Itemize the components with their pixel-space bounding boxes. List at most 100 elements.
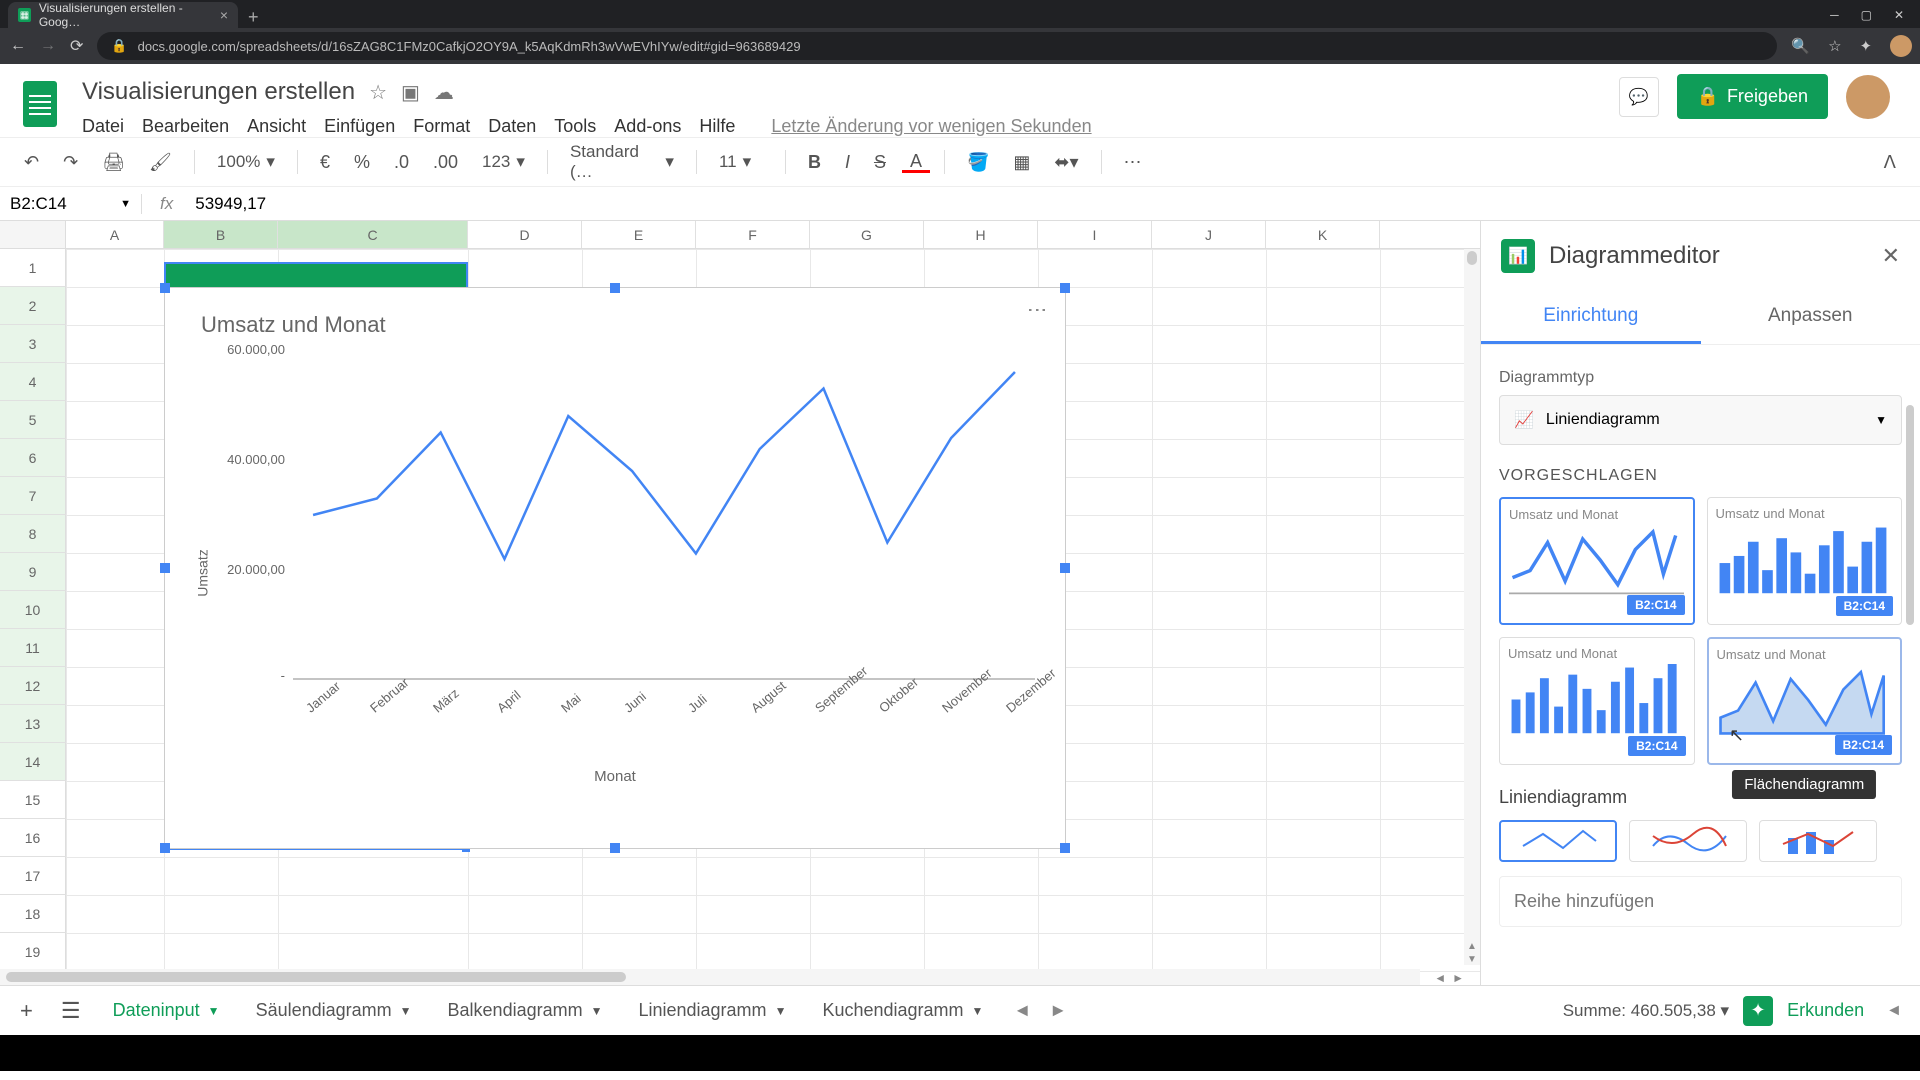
paint-format-icon[interactable]: 🖌 — [141, 152, 180, 173]
menu-daten[interactable]: Daten — [488, 116, 536, 137]
col-header-d[interactable]: D — [468, 221, 582, 248]
text-color-icon[interactable]: A — [902, 152, 930, 173]
row-header[interactable]: 1 — [0, 249, 66, 287]
scroll-right-icon[interactable]: ► — [1452, 971, 1464, 985]
explore-button[interactable]: Erkunden — [1787, 1000, 1864, 1021]
sheet-prev-icon[interactable]: ◄ — [1013, 1000, 1031, 1021]
decrease-decimal-button[interactable]: .0 — [386, 152, 417, 173]
number-format-select[interactable]: 123▾ — [474, 152, 533, 172]
suggested-thumb-column[interactable]: Umsatz und Monat B2:C14 — [1707, 497, 1903, 625]
tab-setup[interactable]: Einrichtung — [1481, 291, 1701, 344]
font-size-select[interactable]: 11 ▾ — [711, 152, 771, 172]
col-header-j[interactable]: J — [1152, 221, 1266, 248]
editor-scrollbar[interactable] — [1906, 405, 1916, 923]
maximize-icon[interactable]: ▢ — [1861, 8, 1872, 22]
zoom-indicator-icon[interactable]: 🔍 — [1791, 37, 1810, 55]
reload-icon[interactable]: ⟳ — [70, 36, 83, 56]
line-type-smooth[interactable] — [1629, 820, 1747, 862]
row-header[interactable]: 7 — [0, 477, 66, 515]
close-tab-icon[interactable]: × — [220, 7, 228, 23]
tab-customize[interactable]: Anpassen — [1701, 291, 1920, 344]
all-sheets-button[interactable]: ☰ — [51, 998, 91, 1024]
formula-value[interactable]: 53949,17 — [191, 194, 270, 214]
minimize-icon[interactable]: ─ — [1830, 8, 1839, 22]
row-header[interactable]: 6 — [0, 439, 66, 477]
font-select[interactable]: Standard (… ▾ — [562, 142, 682, 182]
row-header[interactable]: 10 — [0, 591, 66, 629]
percent-button[interactable]: % — [346, 152, 378, 173]
line-type-combo[interactable] — [1759, 820, 1877, 862]
merge-icon[interactable]: ⬌▾ — [1046, 152, 1086, 173]
increase-decimal-button[interactable]: .00 — [425, 152, 466, 173]
row-header[interactable]: 14 — [0, 743, 66, 781]
chart-object[interactable]: ⋮ Umsatz und Monat Umsatz 60.000,0040.00… — [164, 287, 1066, 849]
redo-icon[interactable]: ↷ — [55, 152, 86, 173]
menu-hilfe[interactable]: Hilfe — [699, 116, 735, 137]
menu-ansicht[interactable]: Ansicht — [247, 116, 306, 137]
menu-tools[interactable]: Tools — [554, 116, 596, 137]
row-header[interactable]: 8 — [0, 515, 66, 553]
chart-menu-icon[interactable]: ⋮ — [1025, 300, 1049, 319]
share-button[interactable]: 🔒 Freigeben — [1677, 74, 1828, 119]
last-edit-text[interactable]: Letzte Änderung vor wenigen Sekunden — [771, 116, 1091, 137]
row-header[interactable]: 19 — [0, 933, 66, 971]
move-icon[interactable]: ▣ — [401, 80, 420, 105]
col-header-e[interactable]: E — [582, 221, 696, 248]
doc-title[interactable]: Visualisierungen erstellen — [82, 78, 355, 106]
spreadsheet-grid[interactable]: A B C D E F G H I J K 123456789101112131… — [0, 221, 1480, 985]
sheet-tab-dateninput[interactable]: Dateninput▼ — [99, 990, 234, 1031]
row-header[interactable]: 15 — [0, 781, 66, 819]
extension-icon[interactable]: ✦ — [1860, 37, 1873, 55]
menu-bearbeiten[interactable]: Bearbeiten — [142, 116, 229, 137]
borders-icon[interactable]: ▦ — [1005, 152, 1038, 173]
close-window-icon[interactable]: ✕ — [1894, 8, 1904, 22]
chevron-down-icon[interactable]: ▼ — [400, 1004, 412, 1018]
add-series-button[interactable]: Reihe hinzufügen — [1499, 876, 1902, 927]
col-header-b[interactable]: B — [164, 221, 278, 248]
forward-icon[interactable]: → — [40, 37, 56, 55]
col-header-c[interactable]: C — [278, 221, 468, 248]
collapse-sidebar-icon[interactable]: ◄ — [1878, 1002, 1910, 1020]
more-icon[interactable]: ⋯ — [1116, 152, 1150, 173]
row-header[interactable]: 3 — [0, 325, 66, 363]
chevron-down-icon[interactable]: ▼ — [972, 1004, 984, 1018]
col-header-f[interactable]: F — [696, 221, 810, 248]
sheet-next-icon[interactable]: ► — [1049, 1000, 1067, 1021]
col-header-k[interactable]: K — [1266, 221, 1380, 248]
row-header[interactable]: 11 — [0, 629, 66, 667]
vertical-scrollbar[interactable]: ▲▼ — [1464, 249, 1480, 965]
back-icon[interactable]: ← — [10, 37, 26, 55]
browser-tab[interactable]: ▦ Visualisierungen erstellen - Goog… × — [8, 2, 238, 28]
sum-display[interactable]: Summe: 460.505,38 ▾ — [1563, 1001, 1729, 1021]
bookmark-icon[interactable]: ☆ — [1828, 37, 1841, 55]
menu-addons[interactable]: Add-ons — [614, 116, 681, 137]
chevron-down-icon[interactable]: ▼ — [775, 1004, 787, 1018]
row-header[interactable]: 2 — [0, 287, 66, 325]
bold-icon[interactable]: B — [800, 152, 829, 173]
menu-format[interactable]: Format — [413, 116, 470, 137]
col-header-g[interactable]: G — [810, 221, 924, 248]
star-icon[interactable]: ☆ — [369, 80, 387, 105]
currency-button[interactable]: € — [312, 152, 338, 173]
profile-avatar-icon[interactable] — [1890, 35, 1912, 57]
zoom-select[interactable]: 100% ▾ — [209, 152, 283, 172]
italic-icon[interactable]: I — [837, 152, 858, 173]
print-icon[interactable]: 🖨 — [94, 152, 133, 173]
suggested-thumb-area[interactable]: Umsatz und Monat B2:C14 Flächendiagramm — [1707, 637, 1903, 765]
user-avatar[interactable] — [1846, 75, 1890, 119]
add-sheet-button[interactable]: + — [10, 998, 43, 1024]
name-box[interactable]: B2:C14 ▼ — [0, 194, 142, 214]
line-type-simple[interactable] — [1499, 820, 1617, 862]
chart-type-select[interactable]: 📈 Liniendiagramm ▼ — [1499, 395, 1902, 445]
collapse-toolbar-icon[interactable]: ᐱ — [1876, 152, 1904, 173]
sheet-tab-balkendiagramm[interactable]: Balkendiagramm▼ — [434, 990, 617, 1031]
col-header-i[interactable]: I — [1038, 221, 1152, 248]
menu-einfuegen[interactable]: Einfügen — [324, 116, 395, 137]
row-header[interactable]: 12 — [0, 667, 66, 705]
suggested-thumb-column-3d[interactable]: Umsatz und Monat B2:C14 — [1499, 637, 1695, 765]
row-header[interactable]: 18 — [0, 895, 66, 933]
fill-color-icon[interactable]: 🪣 — [959, 152, 997, 173]
chart-title[interactable]: Umsatz und Monat — [165, 288, 1065, 338]
row-header[interactable]: 13 — [0, 705, 66, 743]
sheets-logo-icon[interactable] — [10, 74, 70, 134]
